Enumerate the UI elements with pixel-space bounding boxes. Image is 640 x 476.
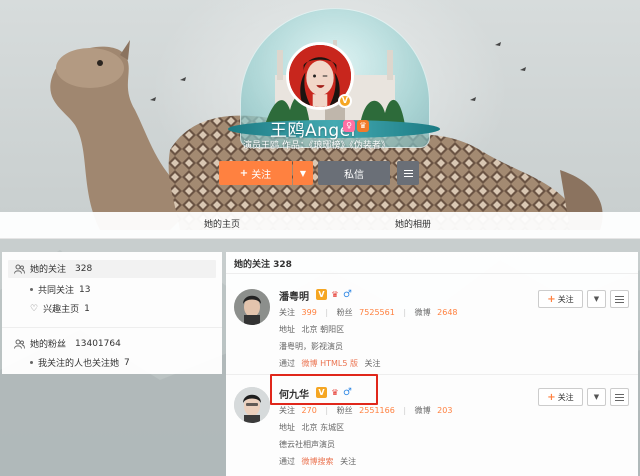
weibo-label: 微博 — [414, 406, 431, 415]
sidebar-fans-label: 她的粉丝 — [30, 340, 67, 350]
sidebar-item-fans-sub[interactable]: 我关注的人也关注她 7 — [30, 356, 130, 369]
sidebar-mutual-count: 13 — [79, 284, 91, 295]
bullet-icon — [30, 361, 33, 364]
list-item: 潘粤明 V ♛ ♂ 关注 399 | 粉丝 7525561 | 微博 2648 … — [226, 274, 638, 374]
tab-home[interactable]: 她的主页 — [204, 212, 240, 239]
weibo-count[interactable]: 2648 — [437, 308, 457, 317]
user-menu-button[interactable] — [610, 388, 629, 406]
user-avatar[interactable] — [234, 289, 270, 325]
users-icon — [14, 339, 25, 349]
user-bio: 德云社相声演员 — [279, 440, 335, 449]
via-suffix: 关注 — [340, 457, 357, 466]
sidebar-following-count: 328 — [75, 263, 93, 274]
fans-count[interactable]: 7525561 — [359, 308, 395, 317]
female-icon: ♀ — [343, 120, 355, 132]
plus-icon: + — [547, 391, 556, 403]
annotation-highlight-box — [270, 374, 378, 405]
address-value: 北京 朝阳区 — [301, 325, 345, 334]
member-crown-icon: ♛ — [331, 290, 339, 299]
verified-badge-icon: V — [338, 94, 352, 108]
separator: | — [403, 308, 407, 317]
follow-button-label: 关注 — [557, 294, 574, 304]
user-stats: 关注 270 | 粉丝 2551166 | 微博 203 — [279, 405, 452, 416]
following-list-title: 她的关注 328 — [234, 260, 292, 270]
fans-label: 粉丝 — [336, 308, 353, 317]
follow-source: 通过 微博搜索 关注 — [279, 456, 356, 467]
following-count[interactable]: 399 — [302, 308, 317, 317]
user-follow-button[interactable]: + 关注 — [538, 388, 583, 406]
plus-icon: + — [547, 293, 556, 305]
user-avatar[interactable] — [234, 387, 270, 423]
fans-label: 粉丝 — [336, 406, 353, 415]
sidebar-interest-count: 1 — [84, 303, 90, 314]
chevron-down-icon: ▼ — [299, 168, 307, 178]
sidebar-fans-sub-label: 我关注的人也关注她 — [38, 359, 120, 369]
more-menu-button[interactable] — [397, 161, 419, 185]
sidebar-item-fans[interactable]: 她的粉丝 13401764 — [14, 337, 121, 350]
menu-icon — [615, 295, 624, 303]
menu-icon — [403, 169, 413, 177]
user-follow-dropdown[interactable]: ▼ — [587, 388, 606, 406]
user-stats: 关注 399 | 粉丝 7525561 | 微博 2648 — [279, 307, 458, 318]
weibo-label: 微博 — [414, 308, 431, 317]
follow-button[interactable]: + 关注 — [219, 161, 292, 185]
weibo-count[interactable]: 203 — [437, 406, 452, 415]
user-bio: 潘粤明，影视演员 — [279, 342, 343, 351]
user-address: 地址 北京 东城区 — [279, 422, 344, 433]
fans-section: 她的粉丝 13401764 我关注的人也关注她 7 — [2, 327, 222, 374]
via-label: 通过 — [279, 457, 295, 466]
chevron-down-icon: ▼ — [593, 295, 600, 303]
user-address: 地址 北京 朝阳区 — [279, 324, 344, 335]
sidebar-mutual-label: 共同关注 — [38, 286, 75, 296]
users-icon — [14, 264, 25, 274]
user-follow-dropdown[interactable]: ▼ — [587, 290, 606, 308]
following-label: 关注 — [279, 308, 295, 317]
bullet-icon — [30, 288, 33, 291]
verified-badge-icon: V — [316, 289, 327, 300]
separator: | — [325, 406, 329, 415]
tab-album[interactable]: 她的相册 — [395, 212, 431, 239]
profile-tabbar: 她的主页 她的相册 — [0, 212, 640, 239]
separator: | — [325, 308, 329, 317]
address-label: 地址 — [279, 423, 295, 432]
message-button[interactable]: 私信 — [318, 161, 390, 185]
follow-button-label: 关注 — [557, 392, 574, 402]
separator: | — [403, 406, 407, 415]
relations-sidebar: 她的关注 328 共同关注 13 ♡ 兴趣主页 1 她的粉丝 13401764 — [2, 252, 222, 374]
user-menu-button[interactable] — [610, 290, 629, 308]
sidebar-interest-label: 兴趣主页 — [43, 305, 80, 315]
chevron-down-icon: ▼ — [593, 393, 600, 401]
user-badges: V ♛ ♂ — [316, 289, 352, 300]
heart-icon: ♡ — [30, 303, 39, 314]
address-value: 北京 东城区 — [301, 423, 345, 432]
profile-description: 演员王鸥 作品：《琅琊榜》《伪装者》 — [243, 141, 390, 151]
sidebar-item-following[interactable]: 她的关注 328 — [14, 262, 92, 275]
via-label: 通过 — [279, 359, 295, 368]
user-name[interactable]: 潘粤明 — [279, 288, 309, 303]
follow-source: 通过 微博 HTML5 版 关注 — [279, 358, 381, 369]
menu-icon — [615, 393, 624, 401]
plus-icon: + — [239, 167, 249, 179]
following-label: 关注 — [279, 406, 295, 415]
following-section: 她的关注 328 共同关注 13 ♡ 兴趣主页 1 — [2, 252, 222, 322]
sidebar-fans-count: 13401764 — [75, 338, 121, 349]
profile-name-badges: ♀ ♛ — [343, 120, 369, 132]
following-list-panel: 她的关注 328 潘粤明 V ♛ ♂ 关注 399 | 粉丝 7525561 |… — [226, 252, 638, 476]
member-crown-icon: ♛ — [357, 120, 369, 132]
via-link[interactable]: 微博 HTML5 版 — [302, 359, 358, 368]
via-suffix: 关注 — [364, 359, 381, 368]
male-icon: ♂ — [343, 289, 352, 300]
sidebar-item-interest[interactable]: ♡ 兴趣主页 1 — [30, 302, 90, 316]
sidebar-fans-sub-count: 7 — [124, 357, 130, 368]
user-follow-button[interactable]: + 关注 — [538, 290, 583, 308]
sidebar-following-label: 她的关注 — [30, 265, 67, 275]
follow-button-label: 关注 — [251, 169, 272, 181]
following-count[interactable]: 270 — [302, 406, 317, 415]
follow-dropdown-button[interactable]: ▼ — [293, 161, 313, 185]
via-link[interactable]: 微博搜索 — [302, 457, 334, 466]
fans-count[interactable]: 2551166 — [359, 406, 395, 415]
address-label: 地址 — [279, 325, 295, 334]
sidebar-item-mutual[interactable]: 共同关注 13 — [30, 283, 90, 296]
